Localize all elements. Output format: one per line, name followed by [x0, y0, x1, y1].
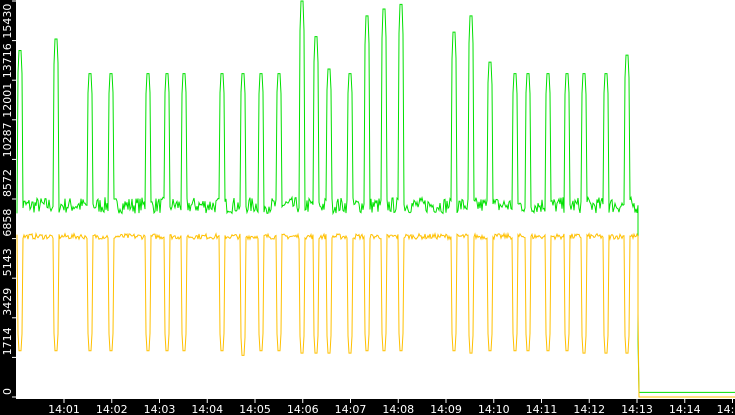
series-line-green [16, 0, 735, 393]
x-tick-label: 14:07 [335, 403, 367, 415]
x-tick-label: 14:10 [478, 403, 510, 415]
y-tick-label: 5143 [1, 248, 14, 276]
x-tick-label: 14:06 [287, 403, 319, 415]
chart: 0 1714 3429 5143 6858 8572 10287 12001 13716 1543… [0, 0, 735, 415]
x-tick-label: 14:03 [144, 403, 176, 415]
x-tick-label: 14:12 [573, 403, 605, 415]
x-tick-label: 14:02 [96, 403, 128, 415]
series-orange [16, 231, 735, 398]
y-tick-label: 8572 [1, 169, 14, 197]
y-tick-label: 1714 [1, 327, 14, 355]
series-line-orange [16, 231, 735, 398]
y-tick-label: 12001 [1, 83, 14, 118]
x-tick-label: 14:01 [48, 403, 80, 415]
x-tick-label: 14:09 [430, 403, 462, 415]
x-tick-label: 14:15 [717, 403, 735, 415]
x-tick-label: 14:11 [526, 403, 558, 415]
y-tick-label: 13716 [1, 43, 14, 78]
series-green [16, 0, 735, 393]
x-tick-label: 14:08 [382, 403, 414, 415]
y-tick-label: 15430 [1, 4, 14, 39]
y-tick-label: 6858 [1, 209, 14, 237]
y-tick-label: 10287 [1, 122, 14, 157]
plot-area: 0 1714 3429 5143 6858 8572 10287 12001 13716 1543… [1, 0, 735, 415]
x-tick-label: 14:13 [621, 403, 653, 415]
y-tick-label: 0 [1, 388, 14, 395]
x-tick-label: 14:05 [239, 403, 271, 415]
x-tick-label: 14:04 [191, 403, 223, 415]
y-tick-label: 3429 [1, 288, 14, 316]
x-tick-label: 14:14 [669, 403, 701, 415]
